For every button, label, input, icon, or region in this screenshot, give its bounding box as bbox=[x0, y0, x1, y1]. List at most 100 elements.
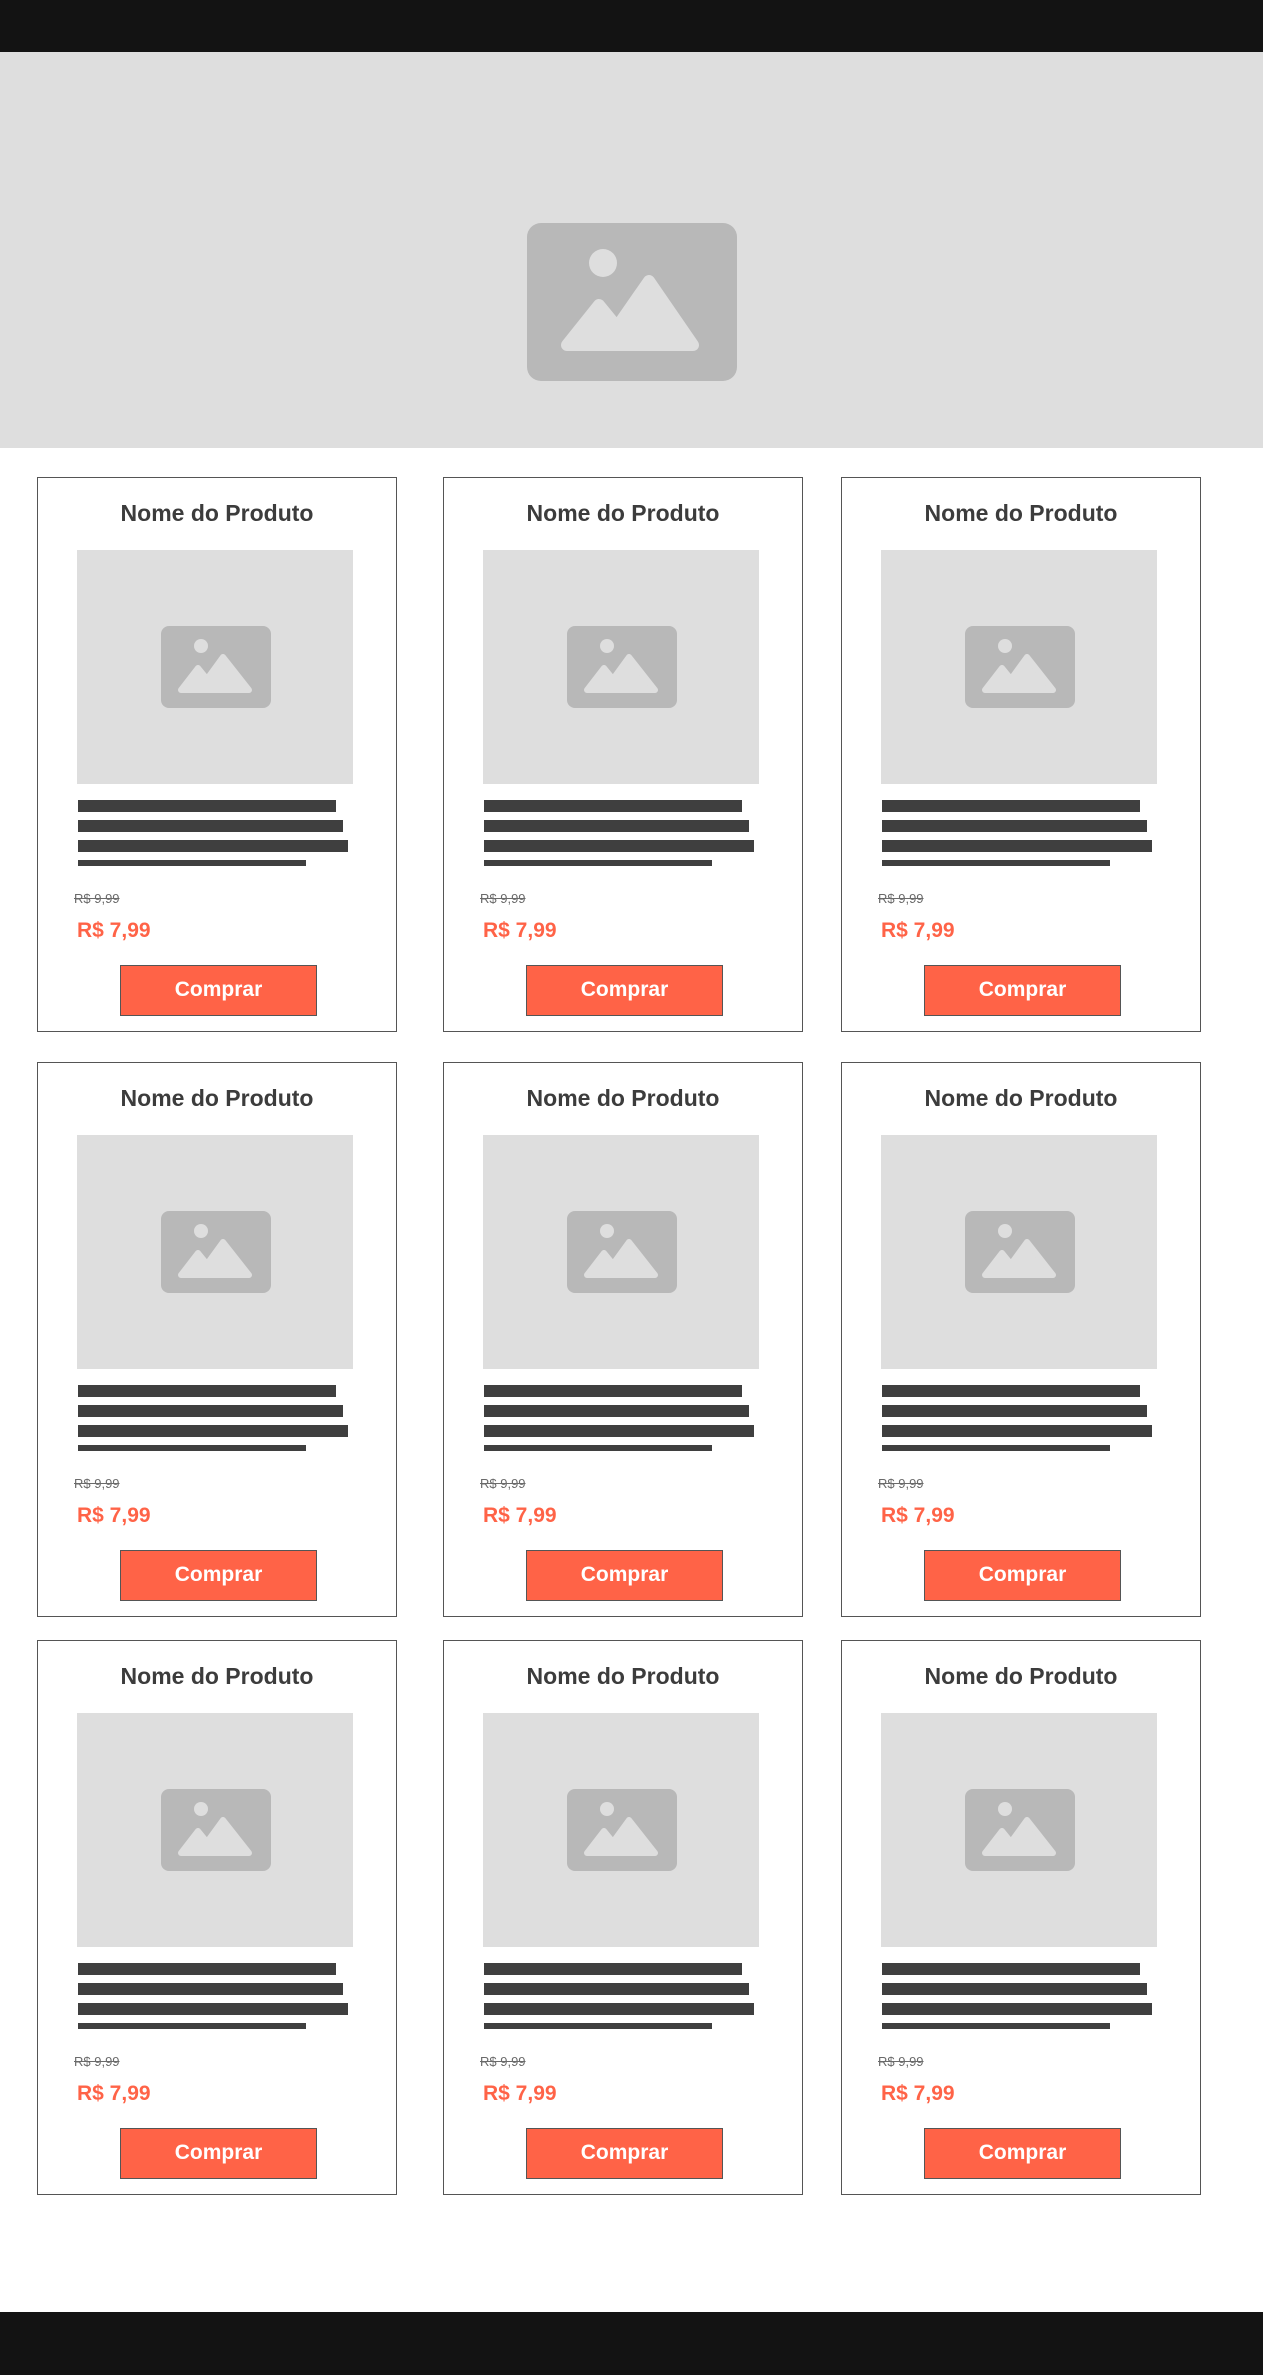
product-image bbox=[881, 1135, 1157, 1369]
image-placeholder-icon bbox=[965, 626, 1075, 708]
product-card: Nome do Produto R$ 9,99 R$ 7,99 Comprar bbox=[841, 1062, 1201, 1617]
text-line bbox=[882, 2023, 1110, 2029]
sale-price: R$ 7,99 bbox=[77, 1504, 151, 1527]
image-placeholder-icon bbox=[965, 1789, 1075, 1871]
product-description-placeholder bbox=[78, 1963, 358, 2031]
text-line bbox=[78, 1385, 336, 1397]
product-description-placeholder bbox=[78, 800, 358, 868]
text-line bbox=[882, 820, 1147, 832]
product-name: Nome do Produto bbox=[924, 1663, 1118, 1689]
text-line bbox=[882, 1405, 1147, 1417]
buy-button[interactable]: Comprar bbox=[120, 965, 317, 1016]
product-name: Nome do Produto bbox=[526, 1663, 720, 1689]
text-line bbox=[78, 820, 343, 832]
product-name: Nome do Produto bbox=[120, 1663, 314, 1689]
product-description-placeholder bbox=[882, 1385, 1162, 1453]
image-placeholder-icon bbox=[161, 1789, 271, 1871]
product-description-placeholder bbox=[882, 1963, 1162, 2031]
text-line bbox=[882, 860, 1110, 866]
product-name: Nome do Produto bbox=[120, 500, 314, 526]
buy-button[interactable]: Comprar bbox=[924, 1550, 1121, 1601]
product-image bbox=[881, 550, 1157, 784]
footer-bar bbox=[0, 2312, 1263, 2375]
hero-banner bbox=[0, 52, 1263, 448]
text-line bbox=[484, 1405, 749, 1417]
image-placeholder-icon bbox=[161, 1211, 271, 1293]
sale-price: R$ 7,99 bbox=[483, 919, 557, 942]
buy-button[interactable]: Comprar bbox=[924, 965, 1121, 1016]
product-card: Nome do Produto R$ 9,99 R$ 7,99 Comprar bbox=[37, 1640, 397, 2195]
old-price: R$ 9,99 bbox=[878, 1476, 924, 1491]
old-price: R$ 9,99 bbox=[480, 1476, 526, 1491]
buy-button[interactable]: Comprar bbox=[120, 2128, 317, 2179]
text-line bbox=[882, 1425, 1152, 1437]
old-price: R$ 9,99 bbox=[480, 891, 526, 906]
buy-button[interactable]: Comprar bbox=[526, 965, 723, 1016]
top-nav-bar bbox=[0, 0, 1263, 52]
text-line bbox=[882, 840, 1152, 852]
text-line bbox=[78, 1983, 343, 1995]
text-line bbox=[78, 1425, 348, 1437]
image-placeholder-icon bbox=[567, 1211, 677, 1293]
text-line bbox=[484, 2003, 754, 2015]
product-image bbox=[483, 1713, 759, 1947]
image-placeholder-icon bbox=[567, 626, 677, 708]
sale-price: R$ 7,99 bbox=[881, 919, 955, 942]
buy-button[interactable]: Comprar bbox=[526, 1550, 723, 1601]
text-line bbox=[78, 1445, 306, 1451]
old-price: R$ 9,99 bbox=[74, 2054, 120, 2069]
product-description-placeholder bbox=[484, 1963, 764, 2031]
product-name: Nome do Produto bbox=[526, 1085, 720, 1111]
sale-price: R$ 7,99 bbox=[881, 2082, 955, 2105]
product-description-placeholder bbox=[484, 800, 764, 868]
text-line bbox=[484, 1983, 749, 1995]
product-description-placeholder bbox=[882, 800, 1162, 868]
sale-price: R$ 7,99 bbox=[77, 919, 151, 942]
product-description-placeholder bbox=[484, 1385, 764, 1453]
product-card: Nome do Produto R$ 9,99 R$ 7,99 Comprar bbox=[443, 477, 803, 1032]
product-description-placeholder bbox=[78, 1385, 358, 1453]
product-card: Nome do Produto R$ 9,99 R$ 7,99 Comprar bbox=[37, 1062, 397, 1617]
buy-button[interactable]: Comprar bbox=[526, 2128, 723, 2179]
sale-price: R$ 7,99 bbox=[483, 2082, 557, 2105]
text-line bbox=[78, 2003, 348, 2015]
image-placeholder-icon bbox=[965, 1211, 1075, 1293]
text-line bbox=[78, 1963, 336, 1975]
text-line bbox=[882, 1963, 1140, 1975]
product-image bbox=[483, 550, 759, 784]
text-line bbox=[882, 1385, 1140, 1397]
text-line bbox=[484, 1963, 742, 1975]
text-line bbox=[484, 800, 742, 812]
product-card: Nome do Produto R$ 9,99 R$ 7,99 Comprar bbox=[841, 477, 1201, 1032]
text-line bbox=[78, 840, 348, 852]
text-line bbox=[484, 1425, 754, 1437]
sale-price: R$ 7,99 bbox=[483, 1504, 557, 1527]
text-line bbox=[882, 2003, 1152, 2015]
old-price: R$ 9,99 bbox=[878, 2054, 924, 2069]
image-placeholder-icon bbox=[567, 1789, 677, 1871]
text-line bbox=[484, 840, 754, 852]
product-image bbox=[77, 550, 353, 784]
old-price: R$ 9,99 bbox=[74, 1476, 120, 1491]
product-image bbox=[881, 1713, 1157, 1947]
text-line bbox=[882, 800, 1140, 812]
text-line bbox=[484, 2023, 712, 2029]
image-placeholder-icon bbox=[161, 626, 271, 708]
text-line bbox=[484, 820, 749, 832]
text-line bbox=[78, 860, 306, 866]
product-card: Nome do Produto R$ 9,99 R$ 7,99 Comprar bbox=[443, 1640, 803, 2195]
product-name: Nome do Produto bbox=[924, 1085, 1118, 1111]
product-card: Nome do Produto R$ 9,99 R$ 7,99 Comprar bbox=[37, 477, 397, 1032]
sale-price: R$ 7,99 bbox=[77, 2082, 151, 2105]
sale-price: R$ 7,99 bbox=[881, 1504, 955, 1527]
text-line bbox=[484, 1445, 712, 1451]
product-image bbox=[77, 1135, 353, 1369]
text-line bbox=[484, 860, 712, 866]
product-image bbox=[77, 1713, 353, 1947]
product-name: Nome do Produto bbox=[120, 1085, 314, 1111]
buy-button[interactable]: Comprar bbox=[924, 2128, 1121, 2179]
product-name: Nome do Produto bbox=[924, 500, 1118, 526]
buy-button[interactable]: Comprar bbox=[120, 1550, 317, 1601]
old-price: R$ 9,99 bbox=[480, 2054, 526, 2069]
product-card: Nome do Produto R$ 9,99 R$ 7,99 Comprar bbox=[841, 1640, 1201, 2195]
